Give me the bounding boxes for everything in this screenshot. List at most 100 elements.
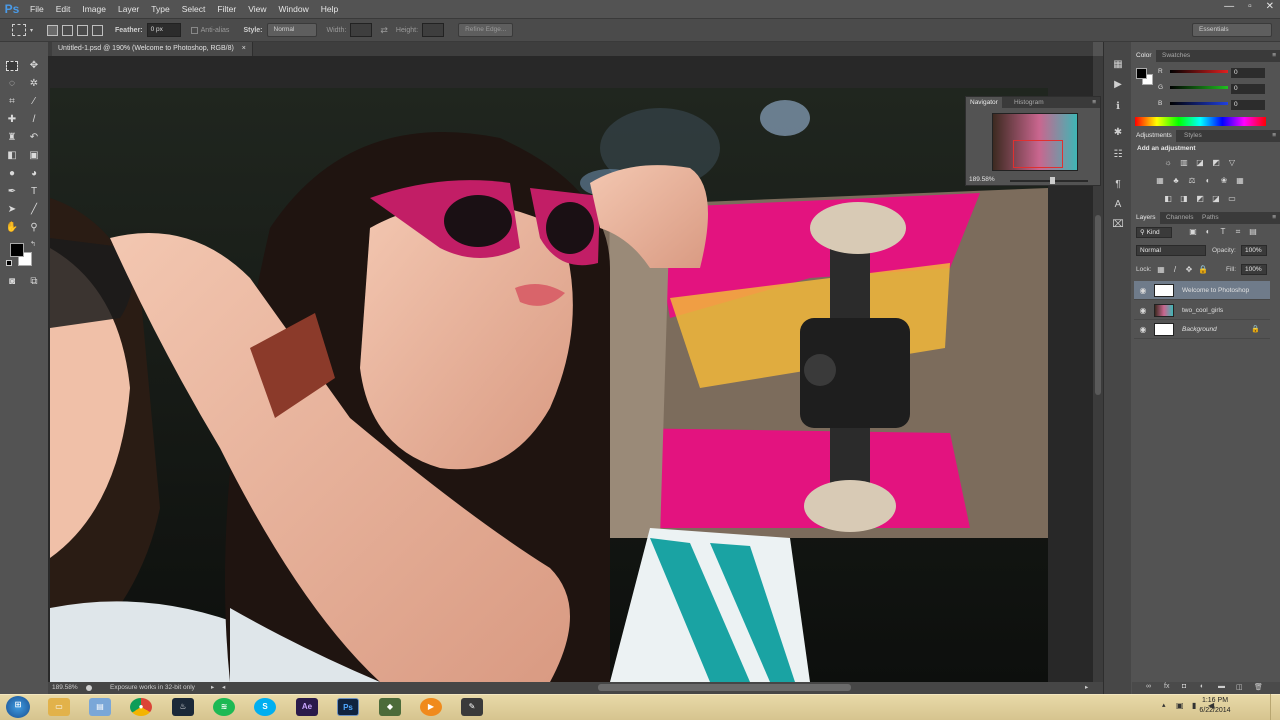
info-panel-icon[interactable]: ℹ bbox=[1111, 100, 1125, 114]
marquee-tool-icon[interactable] bbox=[6, 61, 18, 71]
skype-icon[interactable]: S bbox=[254, 698, 276, 716]
filter-shape-icon[interactable]: ⌗ bbox=[1233, 227, 1243, 237]
horizontal-scrollbar-thumb[interactable] bbox=[598, 684, 851, 691]
document-tab[interactable]: Untitled-1.psd @ 190% (Welcome to Photos… bbox=[52, 42, 253, 56]
swap-colors-icon[interactable]: ↰ bbox=[30, 240, 36, 248]
document-canvas-photo[interactable] bbox=[50, 88, 1048, 682]
hand-tool-icon[interactable]: ✋ bbox=[4, 221, 20, 235]
status-zoom[interactable]: 189.58% bbox=[52, 682, 78, 694]
close-button[interactable]: ✕ bbox=[1266, 0, 1274, 14]
crop-tool-icon[interactable]: ⌗ bbox=[4, 95, 20, 109]
navigator-zoom-value[interactable]: 189.58% bbox=[969, 176, 995, 183]
tab-navigator[interactable]: Navigator bbox=[966, 97, 1002, 108]
filter-smart-object-icon[interactable]: ▤ bbox=[1248, 227, 1258, 237]
lasso-tool-icon[interactable]: ◌ bbox=[4, 77, 20, 91]
tab-swatches[interactable]: Swatches bbox=[1158, 50, 1194, 62]
status-menu-arrow-icon[interactable]: ▸ bbox=[211, 682, 214, 694]
lock-image-icon[interactable]: / bbox=[1170, 265, 1180, 275]
hue-saturation-icon[interactable]: ♣ bbox=[1171, 176, 1181, 186]
invert-icon[interactable]: ◧ bbox=[1163, 194, 1173, 204]
healing-brush-tool-icon[interactable]: ✚ bbox=[4, 113, 20, 127]
layer-name[interactable]: Background bbox=[1182, 320, 1217, 339]
brush-tool-icon[interactable]: / bbox=[26, 113, 42, 127]
actions-panel-icon[interactable]: ▶ bbox=[1111, 78, 1125, 92]
navigator-zoom-slider[interactable] bbox=[1010, 180, 1088, 182]
layer-row-background[interactable]: ◉ Background 🔒 bbox=[1134, 320, 1270, 339]
document-tab-close-icon[interactable]: × bbox=[242, 45, 246, 52]
scroll-right-arrow-icon[interactable]: ▸ bbox=[1085, 682, 1088, 694]
threshold-icon[interactable]: ◩ bbox=[1195, 194, 1205, 204]
panel-menu-icon[interactable]: ≡ bbox=[1272, 50, 1276, 62]
menu-type[interactable]: Type bbox=[145, 0, 175, 18]
eyedropper-tool-icon[interactable]: ⁄ bbox=[26, 95, 42, 109]
preset-dropdown-icon[interactable]: ▾ bbox=[30, 27, 33, 34]
scroll-left-arrow-icon[interactable]: ◂ bbox=[222, 682, 225, 694]
opacity-input[interactable]: 100% bbox=[1241, 245, 1267, 256]
workspace-select[interactable]: Essentials bbox=[1192, 23, 1272, 37]
curves-icon[interactable]: ◪ bbox=[1195, 158, 1205, 168]
exposure-icon[interactable]: ◩ bbox=[1211, 158, 1221, 168]
move-tool-icon[interactable]: ✥ bbox=[26, 59, 42, 73]
tab-paths[interactable]: Paths bbox=[1198, 212, 1223, 224]
filter-type-icon[interactable]: T bbox=[1218, 227, 1228, 237]
media-player-icon[interactable]: ▶ bbox=[420, 698, 442, 716]
dodge-tool-icon[interactable]: ◕ bbox=[26, 167, 42, 181]
minimize-button[interactable]: — bbox=[1224, 0, 1234, 14]
new-selection-icon[interactable] bbox=[47, 24, 59, 36]
new-layer-icon[interactable]: ◫ bbox=[1236, 683, 1243, 691]
type-tool-icon[interactable]: T bbox=[26, 185, 42, 199]
layer-name[interactable]: two_cool_girls bbox=[1182, 301, 1223, 320]
notepad-icon[interactable]: ▤ bbox=[89, 698, 111, 716]
panel-menu-icon[interactable]: ≡ bbox=[1092, 97, 1096, 108]
visibility-eye-icon[interactable]: ◉ bbox=[1138, 281, 1148, 300]
color-channel-b-value[interactable]: 0 bbox=[1231, 100, 1265, 110]
tab-layers[interactable]: Layers bbox=[1132, 212, 1160, 224]
lock-transparent-icon[interactable]: ▦ bbox=[1156, 265, 1166, 275]
app-icon-dark[interactable]: ✎ bbox=[461, 698, 483, 716]
menu-help[interactable]: Help bbox=[315, 0, 344, 18]
tab-channels[interactable]: Channels bbox=[1162, 212, 1197, 224]
feather-input[interactable]: 0 px bbox=[146, 23, 181, 37]
color-channel-r-track[interactable] bbox=[1170, 70, 1228, 73]
style-select[interactable]: Normal bbox=[266, 23, 317, 37]
gradient-map-adjust-icon[interactable]: ▽ bbox=[1227, 158, 1237, 168]
app-icon-green[interactable]: ◆ bbox=[379, 698, 401, 716]
panel-menu-icon[interactable]: ≡ bbox=[1272, 212, 1276, 224]
after-effects-icon[interactable]: Ae bbox=[296, 698, 318, 716]
antialias-checkbox[interactable] bbox=[190, 26, 198, 34]
brightness-contrast-icon[interactable]: ☼ bbox=[1163, 158, 1173, 168]
vibrance-icon[interactable]: ▦ bbox=[1155, 176, 1165, 186]
posterize-icon[interactable]: ◨ bbox=[1179, 194, 1189, 204]
swap-dimensions-icon[interactable]: ⇄ bbox=[380, 25, 388, 36]
menu-file[interactable]: File bbox=[24, 0, 50, 18]
color-channel-g-track[interactable] bbox=[1170, 86, 1228, 89]
paragraph-panel-icon[interactable]: ¶ bbox=[1111, 178, 1125, 192]
filter-pixel-icon[interactable]: ▣ bbox=[1188, 227, 1198, 237]
filter-adjustment-icon[interactable]: ◐ bbox=[1203, 227, 1213, 237]
color-fg-swatch[interactable] bbox=[1136, 68, 1147, 79]
lock-position-icon[interactable]: ✥ bbox=[1184, 265, 1194, 275]
menu-filter[interactable]: Filter bbox=[211, 0, 242, 18]
link-layers-icon[interactable]: ∞ bbox=[1146, 683, 1151, 690]
black-white-icon[interactable]: ◐ bbox=[1203, 176, 1213, 186]
channel-mixer-icon[interactable]: ▦ bbox=[1235, 176, 1245, 186]
steam-icon[interactable]: ♨ bbox=[172, 698, 194, 716]
tab-adjustments[interactable]: Adjustments bbox=[1132, 130, 1176, 142]
lock-all-icon[interactable]: 🔒 bbox=[1198, 265, 1208, 275]
tray-chevron-icon[interactable]: ▴ bbox=[1162, 701, 1166, 709]
pen-tool-icon[interactable]: ✒ bbox=[4, 185, 20, 199]
marquee-tool-preset-icon[interactable] bbox=[12, 24, 26, 36]
default-colors-icon[interactable] bbox=[6, 260, 12, 266]
panel-menu-icon[interactable]: ≡ bbox=[1272, 130, 1276, 142]
height-input[interactable] bbox=[422, 23, 445, 37]
character-panel-icon[interactable]: A bbox=[1111, 198, 1125, 212]
layer-filter-kind-select[interactable]: ⚲ Kind bbox=[1136, 227, 1172, 238]
color-spectrum-bar[interactable] bbox=[1135, 117, 1266, 126]
quick-mask-icon[interactable]: ◙ bbox=[4, 275, 20, 289]
history-brush-tool-icon[interactable]: ↶ bbox=[26, 131, 42, 145]
color-channel-b-track[interactable] bbox=[1170, 102, 1228, 105]
subtract-selection-icon[interactable] bbox=[77, 24, 89, 36]
explorer-icon[interactable]: ▭ bbox=[48, 698, 70, 716]
layer-row-two-cool-girls[interactable]: ◉ two_cool_girls bbox=[1134, 301, 1270, 320]
tab-color[interactable]: Color bbox=[1132, 50, 1156, 62]
